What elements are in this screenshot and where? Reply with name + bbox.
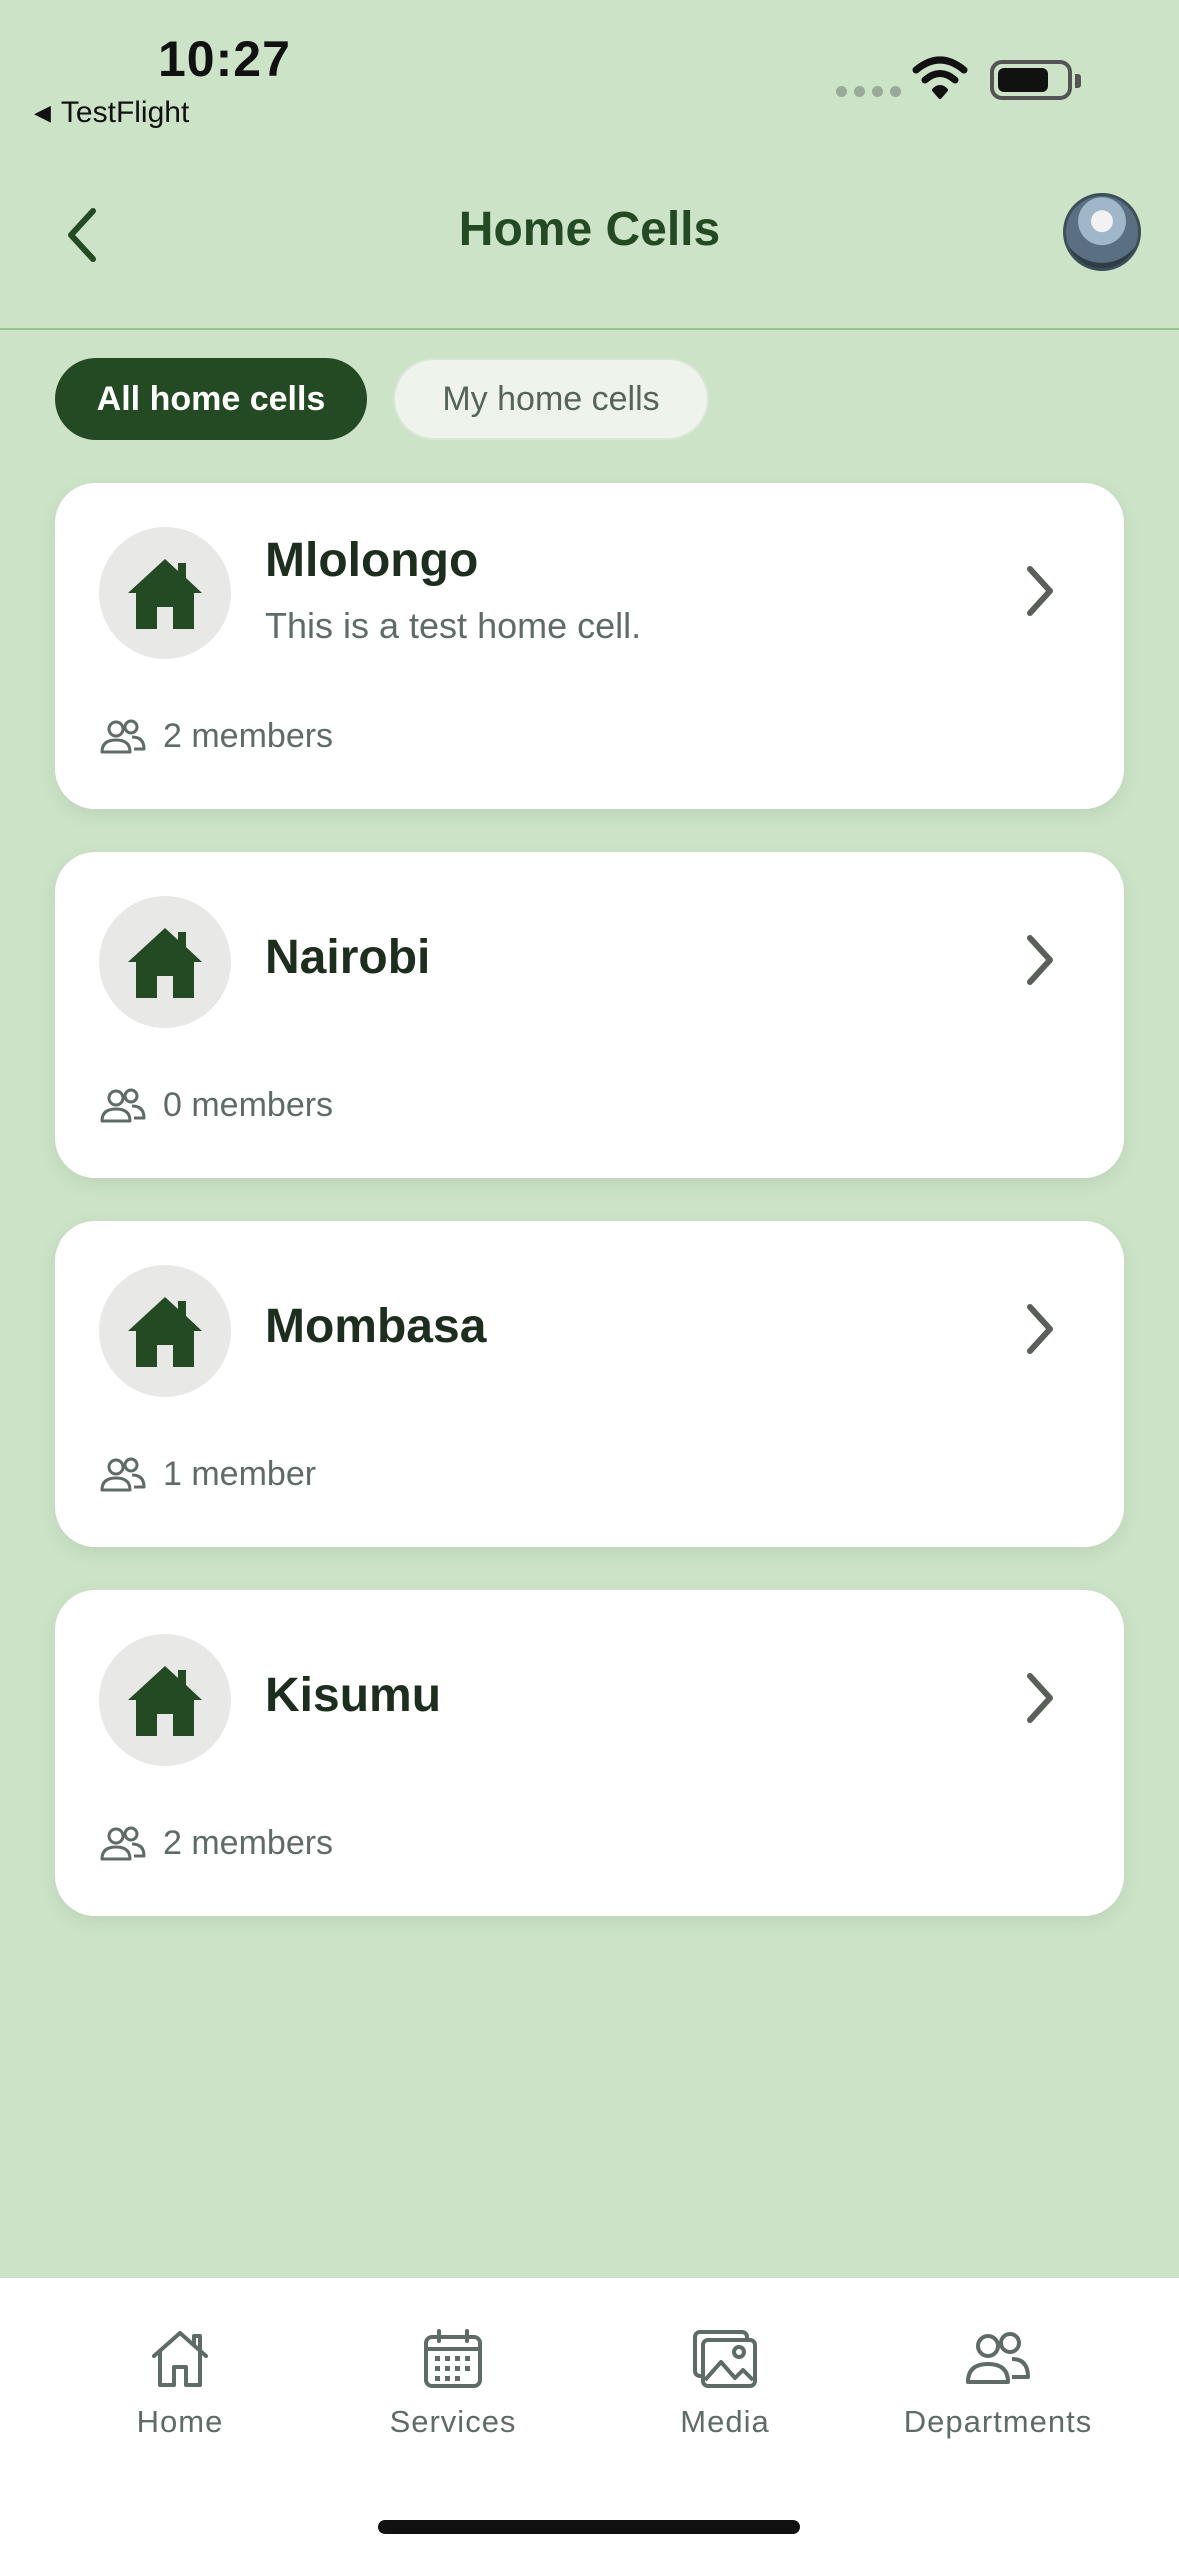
tab-media[interactable]: Media xyxy=(605,2328,845,2440)
people-icon xyxy=(100,1826,146,1860)
image-icon xyxy=(693,2330,757,2388)
people-icon xyxy=(100,1088,146,1122)
tab-services-label: Services xyxy=(389,2404,517,2439)
home-cell-card[interactable]: Nairobi 0 members xyxy=(55,852,1124,1178)
tab-services[interactable]: Services xyxy=(333,2328,573,2440)
home-cell-name: Mombasa xyxy=(265,1300,487,1353)
home-cell-card[interactable]: Mombasa 1 member xyxy=(55,1221,1124,1547)
member-count-label: 1 member xyxy=(163,1455,317,1493)
filter-chips: All home cells My home cells xyxy=(55,358,709,440)
home-cell-thumbnail xyxy=(99,1265,231,1397)
back-to-app-link[interactable]: ◀ TestFlight xyxy=(34,96,189,130)
home-cell-card[interactable]: Mlolongo This is a test home cell. 2 mem… xyxy=(55,483,1124,809)
house-icon xyxy=(128,559,202,629)
people-icon xyxy=(100,719,146,753)
member-count: 0 members xyxy=(99,1086,333,1125)
app-header: Home Cells xyxy=(0,160,1179,330)
chevron-right-icon xyxy=(1027,1304,1053,1354)
back-app-label: TestFlight xyxy=(60,96,190,129)
member-count: 2 members xyxy=(99,1824,333,1863)
home-cell-card[interactable]: Kisumu 2 members xyxy=(55,1590,1124,1916)
member-count-label: 2 members xyxy=(163,1824,334,1862)
house-icon xyxy=(128,1297,202,1367)
house-icon xyxy=(128,1666,202,1736)
tab-departments[interactable]: Departments xyxy=(878,2328,1118,2440)
avatar[interactable] xyxy=(1063,193,1141,271)
wifi-icon xyxy=(912,56,968,99)
home-icon xyxy=(152,2331,208,2387)
home-cell-thumbnail xyxy=(99,896,231,1028)
status-bar: 10:27 ◀ TestFlight xyxy=(0,0,1179,150)
tab-media-label: Media xyxy=(680,2404,770,2439)
back-triangle-icon: ◀ xyxy=(34,100,51,125)
member-count: 2 members xyxy=(99,717,333,756)
tab-departments-label: Departments xyxy=(903,2404,1093,2439)
member-count-label: 2 members xyxy=(163,717,334,755)
chevron-right-icon xyxy=(1027,935,1053,985)
cellular-signal-icon xyxy=(836,86,901,97)
page-title: Home Cells xyxy=(458,203,721,256)
filter-my-home-cells[interactable]: My home cells xyxy=(393,358,709,440)
home-cell-description: This is a test home cell. xyxy=(265,605,642,646)
status-time: 10:27 xyxy=(158,31,291,87)
home-cell-thumbnail xyxy=(99,1634,231,1766)
home-cell-name: Kisumu xyxy=(265,1669,442,1722)
tab-home[interactable]: Home xyxy=(60,2328,300,2440)
home-cell-name: Nairobi xyxy=(265,931,431,984)
member-count-label: 0 members xyxy=(163,1086,334,1124)
tab-home-label: Home xyxy=(136,2404,224,2439)
people-icon xyxy=(100,1457,146,1491)
people-icon xyxy=(966,2332,1030,2384)
battery-icon xyxy=(990,60,1081,100)
home-indicator[interactable] xyxy=(378,2520,800,2534)
member-count: 1 member xyxy=(99,1455,316,1494)
calendar-icon xyxy=(424,2329,482,2388)
chevron-right-icon xyxy=(1027,1673,1053,1723)
bottom-tab-bar: Home Services Media Departments xyxy=(0,2278,1179,2556)
chevron-right-icon xyxy=(1027,566,1053,616)
house-icon xyxy=(128,928,202,998)
home-cell-name: Mlolongo xyxy=(265,534,479,587)
filter-all-home-cells[interactable]: All home cells xyxy=(55,358,367,440)
home-cell-thumbnail xyxy=(99,527,231,659)
